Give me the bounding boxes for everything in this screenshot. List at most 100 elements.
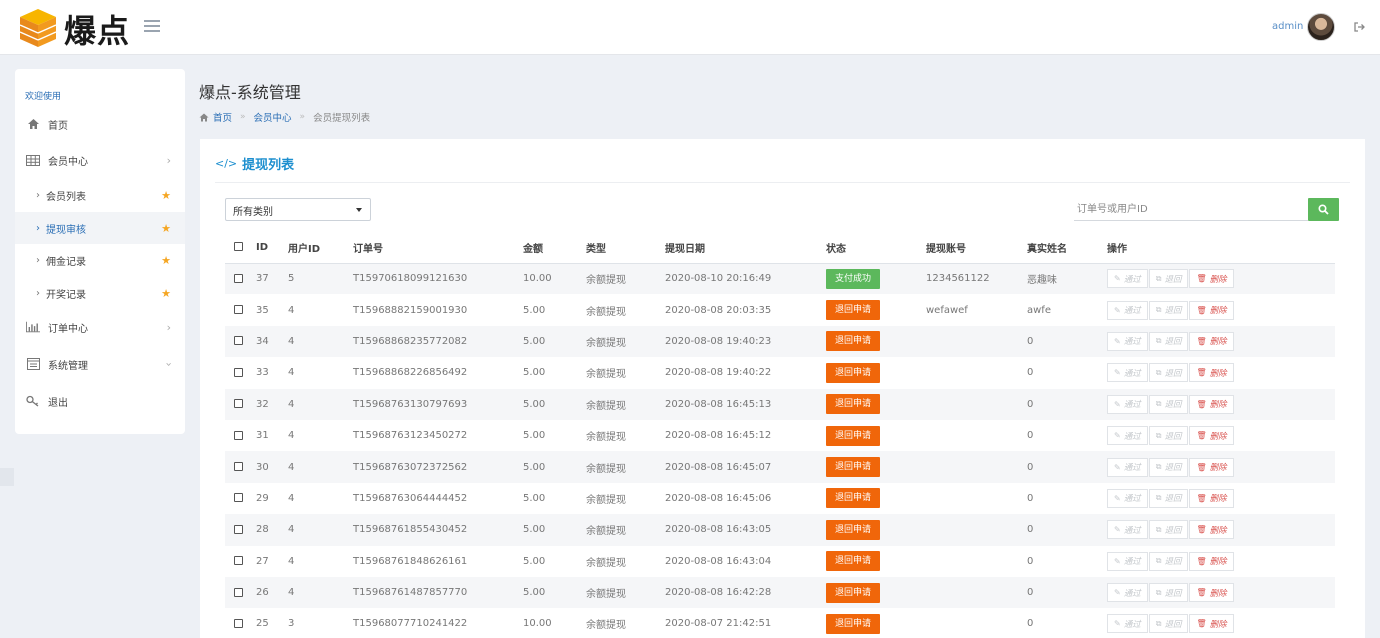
select-all-checkbox[interactable] [234,242,243,252]
status-badge[interactable]: 退回申请 [826,582,881,603]
search-input[interactable] [1074,199,1308,221]
reject-button[interactable]: ⧉ 退回 [1148,614,1189,634]
column-header[interactable]: 提现日期 [665,232,826,264]
reject-button[interactable]: ⧉ 退回 [1148,300,1189,320]
row-checkbox[interactable] [234,587,243,597]
approve-button[interactable]: ✎ 通过 [1107,269,1148,289]
sidebar-item-lottery-records[interactable]: › 开奖记录 ★ [15,277,185,309]
approve-button[interactable]: ✎ 通过 [1107,551,1148,571]
reject-button[interactable]: ⧉ 退回 [1148,394,1189,414]
sidebar-item-commission-records[interactable]: › 佣金记录 ★ [15,244,185,276]
delete-button[interactable]: 🗑 删除 [1189,394,1234,414]
sidebar-item-member-list[interactable]: › 会员列表 ★ [15,179,185,211]
status-badge[interactable]: 退回申请 [826,394,881,415]
row-checkbox[interactable] [234,336,243,346]
reject-button[interactable]: ⧉ 退回 [1148,269,1189,289]
sidebar-item-logout[interactable]: 退出 [15,385,185,417]
status-badge[interactable]: 退回申请 [826,300,881,321]
approve-button[interactable]: ✎ 通过 [1107,520,1148,540]
row-checkbox[interactable] [234,493,243,503]
approve-button[interactable]: ✎ 通过 [1107,394,1148,414]
user-name[interactable]: admin [1272,21,1303,32]
column-header[interactable]: 类型 [586,232,665,264]
approve-button[interactable]: ✎ 通过 [1107,457,1148,477]
delete-button[interactable]: 🗑 删除 [1189,583,1234,603]
category-select[interactable]: 所有类别 [225,198,371,221]
row-checkbox[interactable] [234,399,243,409]
breadcrumb-member-center[interactable]: 会员中心 [254,110,292,124]
column-header[interactable]: 金额 [523,232,586,264]
sidebar-item-order-center[interactable]: 订单中心 › [15,311,185,343]
delete-button[interactable]: 🗑 删除 [1189,300,1234,320]
cell-type: 余额提现 [586,306,626,318]
approve-button[interactable]: ✎ 通过 [1107,300,1148,320]
delete-button[interactable]: 🗑 删除 [1189,551,1234,571]
approve-button[interactable]: ✎ 通过 [1107,426,1148,446]
status-badge[interactable]: 退回申请 [826,488,881,509]
status-badge[interactable]: 退回申请 [826,362,881,383]
breadcrumb-home[interactable]: 首页 [213,110,232,124]
approve-button[interactable]: ✎ 通过 [1107,583,1148,603]
reject-button[interactable]: ⧉ 退回 [1148,363,1189,383]
sidebar-item-withdraw-review[interactable]: › 提现审核 ★ [15,212,185,244]
approve-button[interactable]: ✎ 通过 [1107,614,1148,634]
reject-button[interactable]: ⧉ 退回 [1148,583,1189,603]
delete-button[interactable]: 🗑 删除 [1189,426,1234,446]
delete-label: 删除 [1209,463,1227,474]
delete-button[interactable]: 🗑 删除 [1189,363,1234,383]
delete-button[interactable]: 🗑 删除 [1189,331,1234,351]
delete-button[interactable]: 🗑 删除 [1189,269,1234,289]
sidebar-collapse-handle[interactable] [0,468,14,486]
row-checkbox[interactable] [234,305,243,315]
reject-label: 退回 [1164,557,1182,568]
status-badge[interactable]: 退回申请 [826,613,881,634]
row-checkbox[interactable] [234,462,243,472]
status-badge[interactable]: 退回申请 [826,457,881,478]
status-badge[interactable]: 退回申请 [826,519,881,540]
logout-icon[interactable] [1353,21,1365,33]
column-header[interactable]: 用户ID [288,232,353,264]
column-header[interactable]: 订单号 [353,232,523,264]
status-badge[interactable]: 支付成功 [826,268,881,289]
cell-order-number: T15968868235772082 [353,325,523,358]
row-checkbox[interactable] [234,556,243,566]
status-badge[interactable]: 退回申请 [826,425,881,446]
reject-button[interactable]: ⧉ 退回 [1148,551,1189,571]
menu-toggle-icon[interactable] [144,20,160,34]
row-checkbox[interactable] [234,273,243,283]
sidebar-item-home[interactable]: 首页 [15,108,185,140]
cell-status: 退回申请 [826,608,926,638]
logo-box-icon [19,9,57,47]
delete-button[interactable]: 🗑 删除 [1189,520,1234,540]
reject-button[interactable]: ⧉ 退回 [1148,488,1189,508]
avatar[interactable] [1307,13,1335,41]
column-header[interactable]: ID [256,232,288,264]
column-header[interactable]: 提现账号 [926,232,1027,264]
sidebar-item-system-management[interactable]: 系统管理 › [15,348,185,380]
delete-button[interactable]: 🗑 删除 [1189,488,1234,508]
column-header[interactable]: 状态 [826,232,926,264]
row-checkbox[interactable] [234,430,243,440]
approve-button[interactable]: ✎ 通过 [1107,331,1148,351]
row-checkbox[interactable] [234,524,243,534]
delete-button[interactable]: 🗑 删除 [1189,457,1234,477]
cell-order-number: T15970618099121630 [353,263,523,295]
home-icon [26,117,40,131]
approve-label: 通过 [1123,400,1141,411]
status-badge[interactable]: 退回申请 [826,551,881,572]
delete-button[interactable]: 🗑 删除 [1189,614,1234,634]
reject-button[interactable]: ⧉ 退回 [1148,457,1189,477]
chevron-right-icon: › [166,153,171,167]
row-checkbox[interactable] [234,367,243,377]
approve-button[interactable]: ✎ 通过 [1107,363,1148,383]
reject-button[interactable]: ⧉ 退回 [1148,426,1189,446]
status-badge[interactable]: 退回申请 [826,331,881,352]
reject-button[interactable]: ⧉ 退回 [1148,331,1189,351]
approve-button[interactable]: ✎ 通过 [1107,488,1148,508]
sidebar-item-member-center[interactable]: 会员中心 › [15,144,185,176]
row-checkbox[interactable] [234,618,243,628]
reject-button[interactable]: ⧉ 退回 [1148,520,1189,540]
search-button[interactable] [1308,198,1339,221]
cell-status: 退回申请 [826,357,926,388]
column-header[interactable]: 真实姓名 [1027,232,1107,264]
